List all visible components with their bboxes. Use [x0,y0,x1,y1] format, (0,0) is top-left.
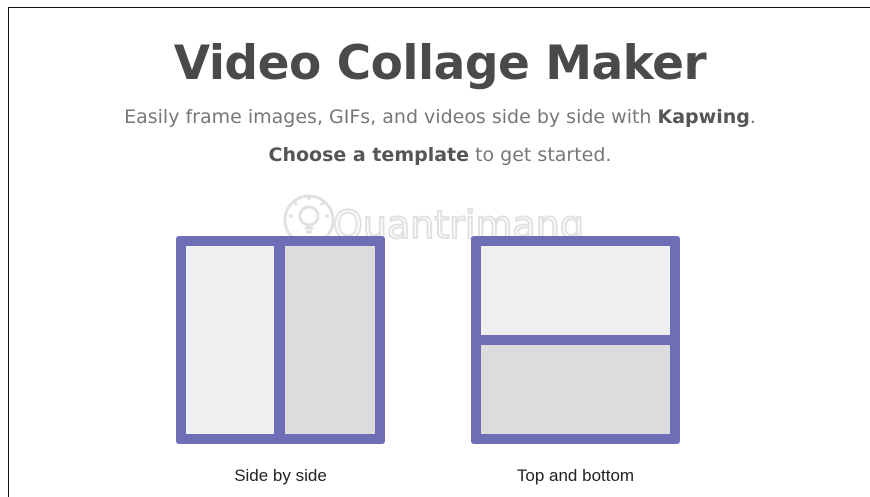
page-frame: Video Collage Maker Easily frame images,… [8,7,870,497]
cta-text: Choose a template to get started. [9,144,870,166]
right-pane [285,246,375,434]
template-label[interactable]: Top and bottom [471,466,680,486]
subtitle: Easily frame images, GIFs, and videos si… [9,106,870,128]
top-pane [481,246,670,335]
subtitle-text: Easily frame images, GIFs, and videos si… [124,106,658,128]
left-pane [186,246,274,434]
cta-bold: Choose a template [268,144,470,166]
page-title: Video Collage Maker [173,36,707,91]
bottom-pane [481,345,670,434]
brand-name: Kapwing [657,106,750,128]
top-and-bottom-preview[interactable] [471,236,680,444]
template-label[interactable]: Side by side [176,466,385,486]
side-by-side-preview[interactable] [176,236,385,444]
cta-rest: to get started. [469,144,612,166]
subtitle-period: . [749,106,756,128]
